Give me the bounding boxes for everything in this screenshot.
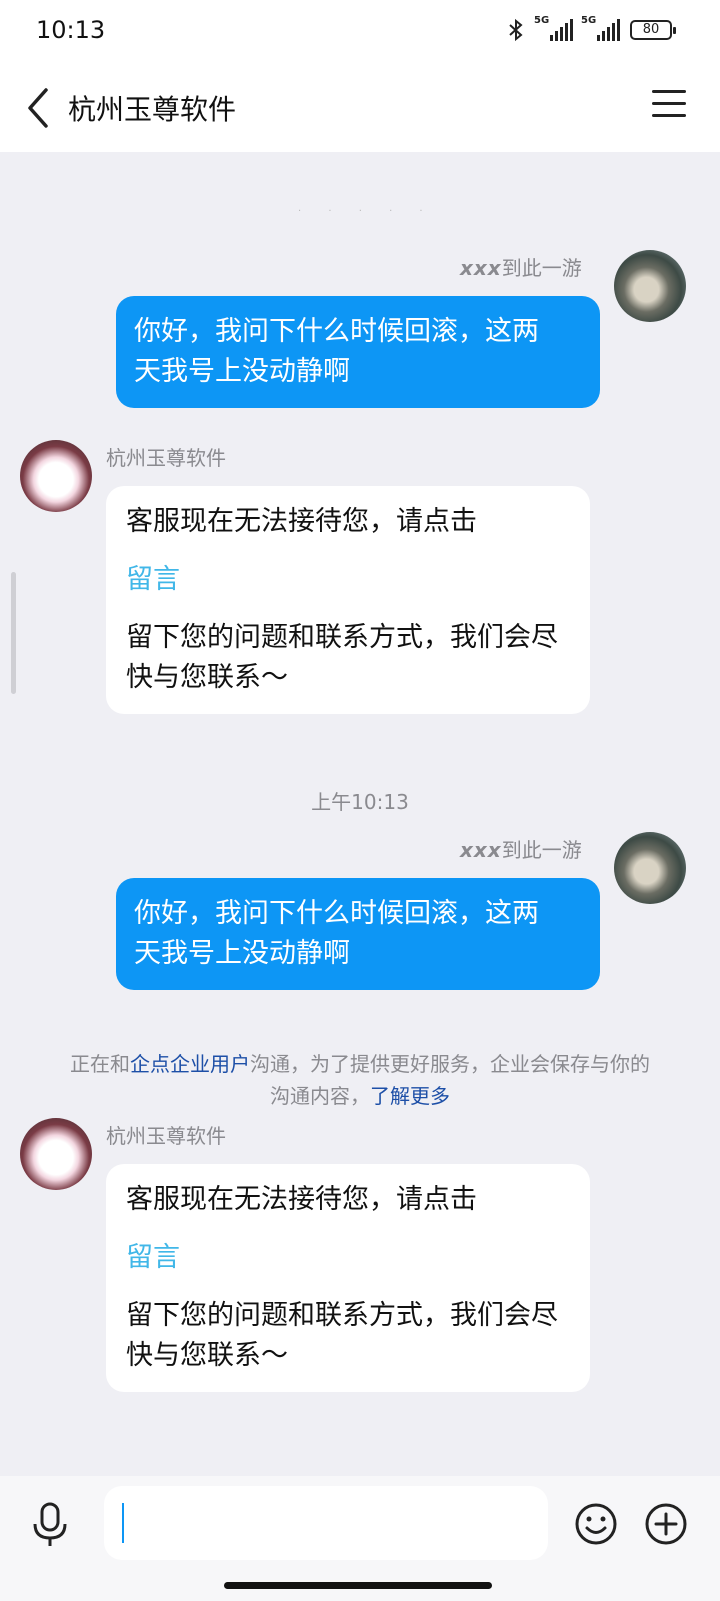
smiley-icon — [575, 1503, 617, 1545]
message-line: 天我号上没动静啊 — [134, 938, 350, 969]
enterprise-user-link[interactable]: 企点企业用户 — [130, 1052, 250, 1076]
text-caret — [122, 1503, 124, 1543]
back-button[interactable] — [22, 86, 62, 130]
status-bar: 10:13 5G 5G 80 — [0, 0, 720, 66]
signal-icon-2: 5G — [581, 15, 620, 41]
outgoing-message-bubble[interactable]: 你好，我问下什么时候回滚，这两 天我号上没动静啊 — [116, 878, 600, 990]
loading-dots: · · · · · — [298, 206, 435, 217]
user-avatar[interactable] — [614, 250, 686, 322]
message-line: 你好，我问下什么时候回滚，这两 — [134, 316, 539, 347]
message-text: 留下您的问题和联系方式，我们会尽 快与您联系～ — [126, 622, 558, 693]
chat-title: 杭州玉尊软件 — [68, 93, 237, 126]
sender-name: xxx到此一游 — [460, 838, 582, 862]
outgoing-message-bubble[interactable]: 你好，我问下什么时候回滚，这两 天我号上没动静啊 — [116, 296, 600, 408]
chevron-left-icon — [28, 88, 48, 128]
hamburger-icon — [652, 90, 686, 117]
incoming-message-bubble: 客服现在无法接待您，请点击 留言 留下您的问题和联系方式，我们会尽 快与您联系～ — [106, 1164, 590, 1392]
sender-name: 杭州玉尊软件 — [106, 446, 226, 470]
company-avatar[interactable] — [20, 1118, 92, 1190]
battery-icon: 80 — [630, 20, 676, 40]
emoji-button[interactable] — [574, 1502, 618, 1546]
message-text: 客服现在无法接待您，请点击 — [126, 1184, 477, 1215]
network-type-2: 5G — [581, 15, 597, 26]
menu-button[interactable] — [652, 90, 686, 124]
more-button[interactable] — [644, 1502, 688, 1546]
message-text: 客服现在无法接待您，请点击 — [126, 506, 477, 537]
privacy-notice: 正在和企点企业用户沟通，为了提供更好服务，企业会保存与你的 沟通内容，了解更多 — [70, 1052, 650, 1108]
voice-button[interactable] — [28, 1500, 72, 1550]
leave-message-link[interactable]: 留言 — [126, 1238, 570, 1278]
bluetooth-icon — [509, 18, 523, 42]
message-input[interactable] — [104, 1486, 548, 1560]
home-indicator[interactable] — [224, 1582, 492, 1589]
learn-more-link[interactable]: 了解更多 — [370, 1084, 450, 1108]
message-line: 你好，我问下什么时候回滚，这两 — [134, 898, 539, 929]
leave-message-link[interactable]: 留言 — [126, 560, 570, 600]
message-text: 留下您的问题和联系方式，我们会尽 快与您联系～ — [126, 1300, 558, 1371]
sender-name: xxx到此一游 — [460, 256, 582, 280]
sender-name: 杭州玉尊软件 — [106, 1124, 226, 1148]
network-type-1: 5G — [534, 15, 550, 26]
message-line: 天我号上没动静啊 — [134, 356, 350, 387]
status-icons: 5G 5G 80 — [506, 15, 676, 42]
signal-icon-1: 5G — [534, 15, 573, 41]
microphone-icon — [33, 1502, 67, 1546]
user-avatar[interactable] — [614, 832, 686, 904]
chat-header: 杭州玉尊软件 — [0, 66, 720, 152]
plus-circle-icon — [645, 1503, 687, 1545]
company-avatar[interactable] — [20, 440, 92, 512]
status-time: 10:13 — [36, 16, 106, 44]
message-timestamp: 上午10:13 — [311, 790, 409, 814]
incoming-message-bubble: 客服现在无法接待您，请点击 留言 留下您的问题和联系方式，我们会尽 快与您联系～ — [106, 486, 590, 714]
scroll-indicator[interactable] — [11, 572, 16, 694]
